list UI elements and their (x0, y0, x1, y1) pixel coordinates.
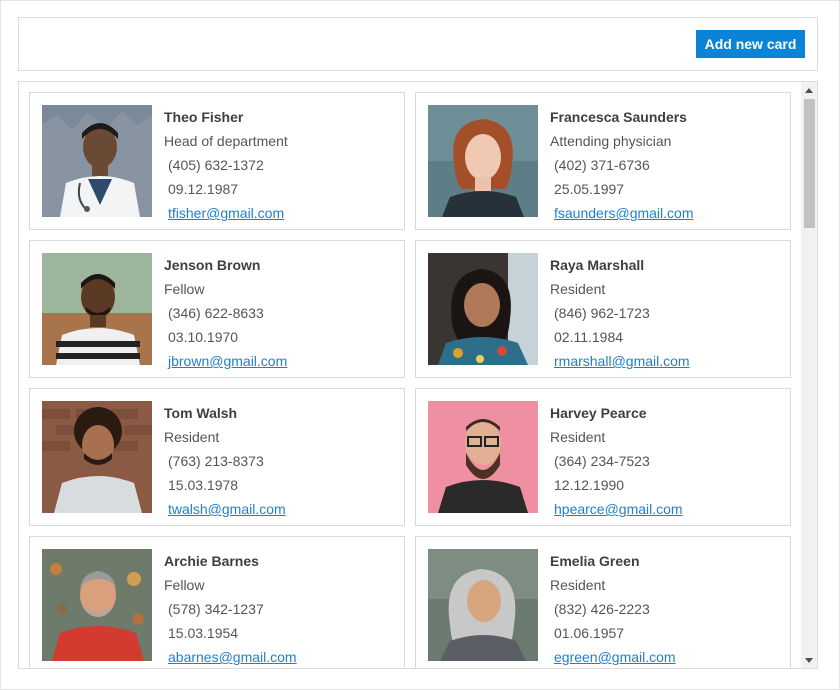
contact-photo (42, 401, 152, 513)
contact-info: Francesca Saunders Attending physician (… (550, 105, 694, 225)
contact-role: Attending physician (550, 133, 672, 149)
contact-birth-date: 02.11.1984 (554, 329, 624, 345)
contact-card[interactable]: Theo Fisher Head of department (405) 632… (29, 92, 405, 230)
contact-name: Theo Fisher (164, 109, 244, 125)
add-new-card-button[interactable]: Add new card (696, 30, 805, 58)
contact-card[interactable]: Archie Barnes Fellow (578) 342-1237 15.0… (29, 536, 405, 668)
contact-info: Archie Barnes Fellow (578) 342-1237 15.0… (164, 549, 297, 668)
contact-email-link[interactable]: rmarshall@gmail.com (550, 349, 690, 373)
contact-name: Harvey Pearce (550, 405, 647, 421)
contact-birth-date: 12.12.1990 (554, 477, 625, 493)
contact-card[interactable]: Jenson Brown Fellow (346) 622-8633 03.10… (29, 240, 405, 378)
contact-role: Resident (164, 429, 220, 445)
contact-photo (428, 549, 538, 661)
contact-phone: (763) 213-8373 (168, 453, 264, 469)
contact-role: Fellow (164, 281, 205, 297)
contact-email-link[interactable]: twalsh@gmail.com (164, 497, 286, 521)
contact-role: Resident (550, 281, 606, 297)
contact-photo (42, 105, 152, 217)
contact-name: Jenson Brown (164, 257, 261, 273)
contact-phone: (402) 371-6736 (554, 157, 650, 173)
contact-name: Francesca Saunders (550, 109, 687, 125)
contact-info: Raya Marshall Resident (846) 962-1723 02… (550, 253, 690, 373)
contact-card[interactable]: Tom Walsh Resident (763) 213-8373 15.03.… (29, 388, 405, 526)
contact-phone: (846) 962-1723 (554, 305, 650, 321)
toolbar: Add new card (18, 17, 818, 71)
contact-card[interactable]: Raya Marshall Resident (846) 962-1723 02… (415, 240, 791, 378)
contact-role: Head of department (164, 133, 288, 149)
contact-photo (42, 549, 152, 661)
contact-card[interactable]: Francesca Saunders Attending physician (… (415, 92, 791, 230)
contact-card[interactable]: Harvey Pearce Resident (364) 234-7523 12… (415, 388, 791, 526)
contact-card[interactable]: Emelia Green Resident (832) 426-2223 01.… (415, 536, 791, 668)
contact-info: Tom Walsh Resident (763) 213-8373 15.03.… (164, 401, 286, 521)
contact-phone: (405) 632-1372 (168, 157, 264, 173)
cards-grid: Theo Fisher Head of department (405) 632… (19, 82, 801, 668)
contact-birth-date: 25.05.1997 (554, 181, 625, 197)
contact-email-link[interactable]: egreen@gmail.com (550, 645, 676, 668)
contact-phone: (832) 426-2223 (554, 601, 650, 617)
contact-photo (428, 105, 538, 217)
vertical-scrollbar[interactable] (801, 82, 817, 668)
contact-phone: (364) 234-7523 (554, 453, 650, 469)
cards-list-panel: Theo Fisher Head of department (405) 632… (18, 81, 818, 669)
contact-email-link[interactable]: jbrown@gmail.com (164, 349, 287, 373)
contact-email-link[interactable]: abarnes@gmail.com (164, 645, 297, 668)
contact-name: Tom Walsh (164, 405, 238, 421)
contact-birth-date: 09.12.1987 (168, 181, 239, 197)
contact-photo (428, 401, 538, 513)
contact-phone: (578) 342-1237 (168, 601, 264, 617)
contact-name: Raya Marshall (550, 257, 645, 273)
contact-photo (428, 253, 538, 365)
scroll-down-arrow-icon[interactable] (801, 652, 817, 668)
contact-email-link[interactable]: hpearce@gmail.com (550, 497, 683, 521)
contact-birth-date: 15.03.1954 (168, 625, 239, 641)
contact-email-link[interactable]: fsaunders@gmail.com (550, 201, 694, 225)
contact-birth-date: 15.03.1978 (168, 477, 239, 493)
contact-info: Theo Fisher Head of department (405) 632… (164, 105, 288, 225)
contact-role: Fellow (164, 577, 205, 593)
contact-name: Emelia Green (550, 553, 640, 569)
contact-birth-date: 03.10.1970 (168, 329, 239, 345)
contact-info: Jenson Brown Fellow (346) 622-8633 03.10… (164, 253, 287, 373)
contact-name: Archie Barnes (164, 553, 259, 569)
contact-info: Emelia Green Resident (832) 426-2223 01.… (550, 549, 676, 668)
contact-email-link[interactable]: tfisher@gmail.com (164, 201, 284, 225)
contact-role: Resident (550, 429, 606, 445)
contact-phone: (346) 622-8633 (168, 305, 264, 321)
contact-role: Resident (550, 577, 606, 593)
scrollbar-thumb[interactable] (804, 99, 815, 228)
scroll-up-arrow-icon[interactable] (801, 82, 817, 98)
contact-info: Harvey Pearce Resident (364) 234-7523 12… (550, 401, 683, 521)
contact-photo (42, 253, 152, 365)
contact-birth-date: 01.06.1957 (554, 625, 625, 641)
